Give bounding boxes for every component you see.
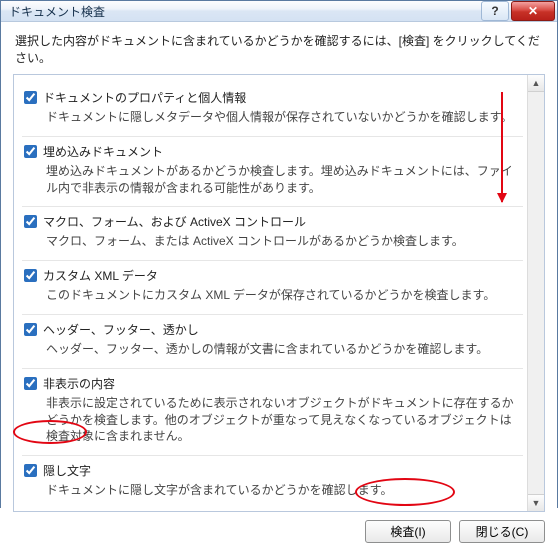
inspection-item-title: 埋め込みドキュメント: [43, 143, 163, 160]
inspection-item-title: ヘッダー、フッター、透かし: [43, 321, 199, 338]
inspection-checkbox[interactable]: [24, 145, 37, 158]
inspection-checkbox[interactable]: [24, 215, 37, 228]
inspection-item-head: ドキュメントのプロパティと個人情報: [24, 89, 519, 106]
close-button[interactable]: 閉じる(C): [459, 520, 545, 543]
inspection-item-head: カスタム XML データ: [24, 267, 519, 284]
inspection-item-title: ドキュメントのプロパティと個人情報: [43, 89, 246, 106]
inspection-item-desc: ヘッダー、フッター、透かしの情報が文書に含まれているかどうかを確認します。: [24, 338, 519, 358]
inspection-item-head: マクロ、フォーム、および ActiveX コントロール: [24, 213, 519, 230]
instruction-text: 選択した内容がドキュメントに含まれているかどうかを確認するには、[検査] をクリ…: [13, 32, 545, 66]
titlebar[interactable]: ドキュメント検査 ? ✕: [1, 1, 557, 22]
inspection-item: カスタム XML データこのドキュメントにカスタム XML データが保存されてい…: [22, 261, 523, 315]
dialog-window: ドキュメント検査 ? ✕ 選択した内容がドキュメントに含まれているかどうかを確認…: [0, 0, 558, 508]
inspection-item-desc: ドキュメントに隠し文字が含まれているかどうかを確認します。: [24, 479, 519, 499]
close-icon: ✕: [528, 4, 538, 18]
inspection-checkbox[interactable]: [24, 323, 37, 336]
scrollbar[interactable]: ▲ ▼: [527, 75, 544, 511]
inspection-list-container: ドキュメントのプロパティと個人情報ドキュメントに隠しメタデータや個人情報が保存さ…: [13, 74, 545, 512]
inspect-button-label: 検査(I): [390, 523, 425, 540]
inspection-item: 隠し文字ドキュメントに隠し文字が含まれているかどうかを確認します。: [22, 456, 523, 503]
scroll-down-arrow[interactable]: ▼: [528, 494, 544, 511]
window-close-button[interactable]: ✕: [511, 1, 555, 21]
inspection-checkbox[interactable]: [24, 91, 37, 104]
inspect-button[interactable]: 検査(I): [365, 520, 451, 543]
inspection-item-title: 非表示の内容: [43, 375, 115, 392]
inspection-checkbox[interactable]: [24, 464, 37, 477]
inspection-item: 非表示の内容非表示に設定されているために表示されないオブジェクトがドキュメントに…: [22, 369, 523, 456]
scroll-track[interactable]: [528, 92, 544, 494]
button-bar: 検査(I) 閉じる(C): [13, 512, 545, 543]
dialog-content: 選択した内容がドキュメントに含まれているかどうかを確認するには、[検査] をクリ…: [1, 22, 557, 551]
inspection-item-title: 隠し文字: [43, 462, 91, 479]
inspection-checkbox[interactable]: [24, 269, 37, 282]
help-button[interactable]: ?: [481, 1, 509, 21]
inspection-item-desc: マクロ、フォーム、または ActiveX コントロールがあるかどうか検査します。: [24, 230, 519, 250]
inspection-item: ドキュメントのプロパティと個人情報ドキュメントに隠しメタデータや個人情報が保存さ…: [22, 83, 523, 137]
help-icon: ?: [491, 4, 498, 18]
inspection-item-title: カスタム XML データ: [43, 267, 158, 284]
inspection-item-head: 非表示の内容: [24, 375, 519, 392]
inspection-checkbox[interactable]: [24, 377, 37, 390]
inspection-item: 埋め込みドキュメント埋め込みドキュメントがあるかどうか検査します。埋め込みドキュ…: [22, 137, 523, 208]
window-title: ドキュメント検査: [9, 3, 479, 20]
inspection-item-title: マクロ、フォーム、および ActiveX コントロール: [43, 213, 306, 230]
inspection-item-desc: 非表示に設定されているために表示されないオブジェクトがドキュメントに存在するかど…: [24, 392, 519, 445]
inspection-item-desc: 埋め込みドキュメントがあるかどうか検査します。埋め込みドキュメントには、ファイル…: [24, 160, 519, 197]
inspection-list: ドキュメントのプロパティと個人情報ドキュメントに隠しメタデータや個人情報が保存さ…: [14, 75, 527, 511]
inspection-item-head: 隠し文字: [24, 462, 519, 479]
inspection-item: マクロ、フォーム、および ActiveX コントロールマクロ、フォーム、または …: [22, 207, 523, 261]
inspection-item-head: ヘッダー、フッター、透かし: [24, 321, 519, 338]
inspection-item-head: 埋め込みドキュメント: [24, 143, 519, 160]
inspection-item-desc: このドキュメントにカスタム XML データが保存されているかどうかを検査します。: [24, 284, 519, 304]
close-button-label: 閉じる(C): [476, 523, 529, 540]
inspection-item-desc: ドキュメントに隠しメタデータや個人情報が保存されていないかどうかを確認します。: [24, 106, 519, 126]
scroll-up-arrow[interactable]: ▲: [528, 75, 544, 92]
inspection-item: ヘッダー、フッター、透かしヘッダー、フッター、透かしの情報が文書に含まれているか…: [22, 315, 523, 369]
